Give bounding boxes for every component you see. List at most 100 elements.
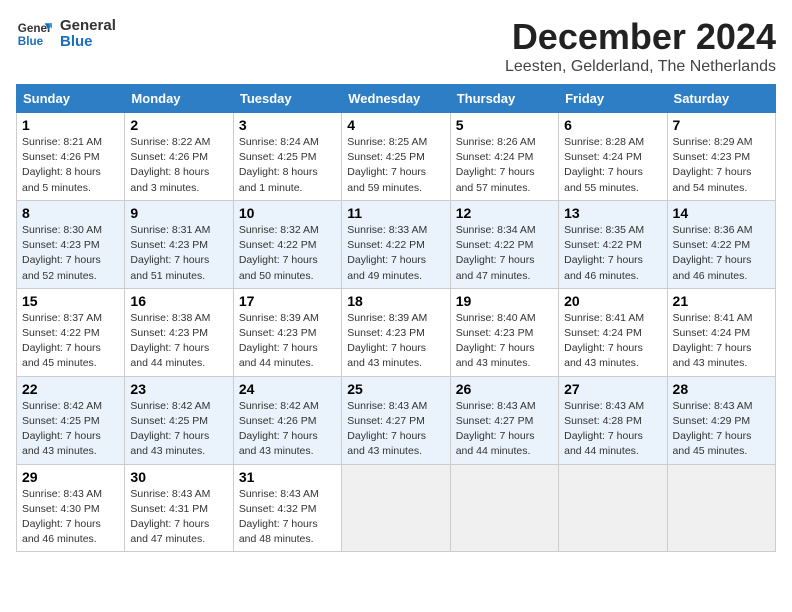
day-number: 31 [239, 469, 336, 485]
day-info: Sunrise: 8:42 AMSunset: 4:25 PMDaylight:… [22, 399, 119, 460]
calendar-cell: 18 Sunrise: 8:39 AMSunset: 4:23 PMDayligh… [342, 288, 450, 376]
weekday-header-row: SundayMondayTuesdayWednesdayThursdayFrid… [17, 85, 776, 113]
day-info: Sunrise: 8:32 AMSunset: 4:22 PMDaylight:… [239, 223, 336, 284]
calendar-table: SundayMondayTuesdayWednesdayThursdayFrid… [16, 84, 776, 552]
logo: General Blue General Blue [16, 16, 116, 52]
day-info: Sunrise: 8:22 AMSunset: 4:26 PMDaylight:… [130, 135, 227, 196]
day-number: 27 [564, 381, 661, 397]
weekday-header-wednesday: Wednesday [342, 85, 450, 113]
day-number: 12 [456, 205, 553, 221]
calendar-cell: 1Sunrise: 8:21 AMSunset: 4:26 PMDaylight… [17, 113, 125, 201]
calendar-cell: 5 Sunrise: 8:26 AMSunset: 4:24 PMDaylight… [450, 113, 558, 201]
day-number: 28 [673, 381, 770, 397]
day-number: 25 [347, 381, 444, 397]
day-info: Sunrise: 8:41 AMSunset: 4:24 PMDaylight:… [564, 311, 661, 372]
day-info: Sunrise: 8:34 AMSunset: 4:22 PMDaylight:… [456, 223, 553, 284]
calendar-cell: 28 Sunrise: 8:43 AMSunset: 4:29 PMDayligh… [667, 376, 775, 464]
day-info: Sunrise: 8:43 AMSunset: 4:32 PMDaylight:… [239, 487, 336, 548]
weekday-header-tuesday: Tuesday [233, 85, 341, 113]
calendar-cell: 7 Sunrise: 8:29 AMSunset: 4:23 PMDaylight… [667, 113, 775, 201]
logo-blue: Blue [60, 34, 116, 51]
calendar-cell [667, 464, 775, 552]
calendar-cell: 31 Sunrise: 8:43 AMSunset: 4:32 PMDayligh… [233, 464, 341, 552]
week-row-4: 22 Sunrise: 8:42 AMSunset: 4:25 PMDayligh… [17, 376, 776, 464]
calendar-cell: 22 Sunrise: 8:42 AMSunset: 4:25 PMDayligh… [17, 376, 125, 464]
day-number: 6 [564, 117, 661, 133]
day-info: Sunrise: 8:31 AMSunset: 4:23 PMDaylight:… [130, 223, 227, 284]
day-number: 30 [130, 469, 227, 485]
day-number: 20 [564, 293, 661, 309]
calendar-cell: 13 Sunrise: 8:35 AMSunset: 4:22 PMDayligh… [559, 200, 667, 288]
day-info: Sunrise: 8:30 AMSunset: 4:23 PMDaylight:… [22, 223, 119, 284]
weekday-header-sunday: Sunday [17, 85, 125, 113]
day-number: 8 [22, 205, 119, 221]
day-number: 18 [347, 293, 444, 309]
day-number: 21 [673, 293, 770, 309]
weekday-header-friday: Friday [559, 85, 667, 113]
calendar-cell: 30 Sunrise: 8:43 AMSunset: 4:31 PMDayligh… [125, 464, 233, 552]
day-info: Sunrise: 8:37 AMSunset: 4:22 PMDaylight:… [22, 311, 119, 372]
calendar-cell: 3 Sunrise: 8:24 AMSunset: 4:25 PMDaylight… [233, 113, 341, 201]
calendar-cell: 25 Sunrise: 8:43 AMSunset: 4:27 PMDayligh… [342, 376, 450, 464]
calendar-cell [559, 464, 667, 552]
calendar-cell: 21 Sunrise: 8:41 AMSunset: 4:24 PMDayligh… [667, 288, 775, 376]
day-number: 22 [22, 381, 119, 397]
calendar-cell: 16Sunrise: 8:38 AMSunset: 4:23 PMDayligh… [125, 288, 233, 376]
calendar-cell [342, 464, 450, 552]
calendar-cell [450, 464, 558, 552]
day-number: 10 [239, 205, 336, 221]
calendar-cell: 24Sunrise: 8:42 AMSunset: 4:26 PMDayligh… [233, 376, 341, 464]
week-row-1: 1Sunrise: 8:21 AMSunset: 4:26 PMDaylight… [17, 113, 776, 201]
day-number: 11 [347, 205, 444, 221]
day-info: Sunrise: 8:42 AMSunset: 4:26 PMDaylight:… [239, 399, 336, 460]
day-info: Sunrise: 8:36 AMSunset: 4:22 PMDaylight:… [673, 223, 770, 284]
calendar-cell: 26 Sunrise: 8:43 AMSunset: 4:27 PMDayligh… [450, 376, 558, 464]
month-title: December 2024 [505, 16, 776, 58]
calendar-cell: 2 Sunrise: 8:22 AMSunset: 4:26 PMDaylight… [125, 113, 233, 201]
calendar-cell: 11Sunrise: 8:33 AMSunset: 4:22 PMDayligh… [342, 200, 450, 288]
day-info: Sunrise: 8:41 AMSunset: 4:24 PMDaylight:… [673, 311, 770, 372]
day-info: Sunrise: 8:43 AMSunset: 4:29 PMDaylight:… [673, 399, 770, 460]
day-info: Sunrise: 8:39 AMSunset: 4:23 PMDaylight:… [347, 311, 444, 372]
week-row-3: 15Sunrise: 8:37 AMSunset: 4:22 PMDayligh… [17, 288, 776, 376]
day-info: Sunrise: 8:24 AMSunset: 4:25 PMDaylight:… [239, 135, 336, 196]
weekday-header-saturday: Saturday [667, 85, 775, 113]
day-number: 13 [564, 205, 661, 221]
day-number: 4 [347, 117, 444, 133]
title-area: December 2024 Leesten, Gelderland, The N… [505, 16, 776, 76]
day-number: 14 [673, 205, 770, 221]
calendar-cell: 9 Sunrise: 8:31 AMSunset: 4:23 PMDaylight… [125, 200, 233, 288]
day-number: 17 [239, 293, 336, 309]
calendar-cell: 19Sunrise: 8:40 AMSunset: 4:23 PMDayligh… [450, 288, 558, 376]
calendar-cell: 15Sunrise: 8:37 AMSunset: 4:22 PMDayligh… [17, 288, 125, 376]
calendar-cell: 4Sunrise: 8:25 AMSunset: 4:25 PMDaylight… [342, 113, 450, 201]
calendar-cell: 23 Sunrise: 8:42 AMSunset: 4:25 PMDayligh… [125, 376, 233, 464]
day-number: 7 [673, 117, 770, 133]
day-number: 3 [239, 117, 336, 133]
calendar-cell: 6Sunrise: 8:28 AMSunset: 4:24 PMDaylight… [559, 113, 667, 201]
day-number: 19 [456, 293, 553, 309]
svg-text:Blue: Blue [18, 35, 44, 48]
day-info: Sunrise: 8:43 AMSunset: 4:31 PMDaylight:… [130, 487, 227, 548]
day-info: Sunrise: 8:43 AMSunset: 4:28 PMDaylight:… [564, 399, 661, 460]
day-number: 2 [130, 117, 227, 133]
day-number: 5 [456, 117, 553, 133]
day-number: 23 [130, 381, 227, 397]
day-number: 26 [456, 381, 553, 397]
calendar-cell: 10 Sunrise: 8:32 AMSunset: 4:22 PMDayligh… [233, 200, 341, 288]
day-number: 9 [130, 205, 227, 221]
day-info: Sunrise: 8:43 AMSunset: 4:27 PMDaylight:… [347, 399, 444, 460]
day-info: Sunrise: 8:42 AMSunset: 4:25 PMDaylight:… [130, 399, 227, 460]
calendar-cell: 17 Sunrise: 8:39 AMSunset: 4:23 PMDayligh… [233, 288, 341, 376]
day-info: Sunrise: 8:26 AMSunset: 4:24 PMDaylight:… [456, 135, 553, 196]
page-header: General Blue General Blue December 2024 … [16, 16, 776, 76]
day-info: Sunrise: 8:29 AMSunset: 4:23 PMDaylight:… [673, 135, 770, 196]
week-row-5: 29Sunrise: 8:43 AMSunset: 4:30 PMDayligh… [17, 464, 776, 552]
day-info: Sunrise: 8:35 AMSunset: 4:22 PMDaylight:… [564, 223, 661, 284]
calendar-cell: 8 Sunrise: 8:30 AMSunset: 4:23 PMDaylight… [17, 200, 125, 288]
day-info: Sunrise: 8:39 AMSunset: 4:23 PMDaylight:… [239, 311, 336, 372]
week-row-2: 8 Sunrise: 8:30 AMSunset: 4:23 PMDaylight… [17, 200, 776, 288]
logo-general: General [60, 18, 116, 35]
logo-icon: General Blue [16, 16, 52, 52]
day-info: Sunrise: 8:43 AMSunset: 4:27 PMDaylight:… [456, 399, 553, 460]
